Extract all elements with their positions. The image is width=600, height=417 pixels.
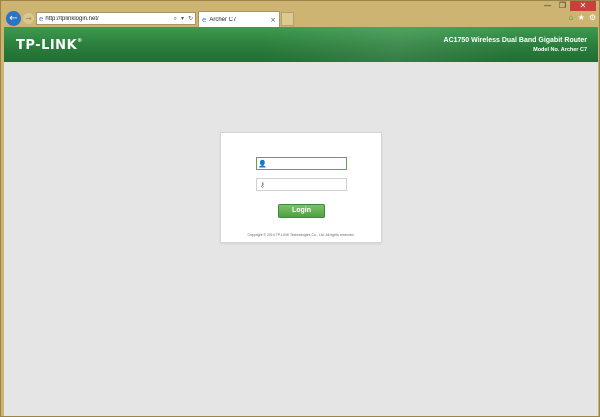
- address-bar[interactable]: e http://tplinklogin.net/ ⌕ ▾ ↻: [36, 12, 196, 25]
- address-url[interactable]: http://tplinklogin.net/: [45, 16, 171, 22]
- user-icon: 👤: [258, 159, 267, 168]
- browser-toolbar: ← → e http://tplinklogin.net/ ⌕ ▾ ↻ e Ar…: [4, 10, 598, 27]
- refresh-icon[interactable]: ↻: [188, 15, 193, 22]
- new-tab-button[interactable]: [281, 12, 294, 26]
- search-icon[interactable]: ⌕: [174, 15, 177, 23]
- username-field[interactable]: 👤: [256, 157, 347, 170]
- tab-title: Archer C7: [209, 16, 237, 23]
- banner-highlight: [264, 27, 598, 62]
- login-panel: 👤 ⚷ Login Copyright © 2014 TP-LINK Techn…: [220, 132, 382, 243]
- tab-archer-c7[interactable]: e Archer C7 ×: [198, 11, 280, 27]
- star-icon[interactable]: ★: [578, 13, 585, 23]
- close-tab-icon[interactable]: ×: [270, 16, 276, 24]
- page-viewport: TP-LINK® AC1750 Wireless Dual Band Gigab…: [4, 27, 598, 416]
- tp-link-logo: TP-LINK®: [16, 38, 83, 53]
- product-name: AC1750 Wireless Dual Band Gigabit Router: [443, 37, 587, 44]
- tab-ie-icon: e: [202, 15, 207, 24]
- login-button[interactable]: Login: [278, 204, 325, 218]
- router-header-banner: TP-LINK® AC1750 Wireless Dual Band Gigab…: [4, 27, 598, 62]
- forward-icon[interactable]: →: [23, 13, 34, 24]
- home-icon[interactable]: ⌂: [569, 13, 574, 23]
- browser-window: — ❐ ✕ ← → e http://tplinklogin.net/ ⌕ ▾ …: [0, 0, 600, 417]
- password-input[interactable]: [268, 179, 346, 190]
- gear-icon[interactable]: ⚙: [589, 13, 596, 23]
- dropdown-icon[interactable]: ▾: [181, 15, 184, 22]
- copyright-text: Copyright © 2014 TP-LINK Technologies Co…: [247, 233, 355, 237]
- username-input[interactable]: [268, 158, 346, 169]
- password-field[interactable]: ⚷: [256, 178, 347, 191]
- back-icon[interactable]: ←: [6, 11, 21, 26]
- browser-right-icons: ⌂ ★ ⚙: [569, 13, 596, 23]
- ie-icon: e: [39, 14, 44, 23]
- model-number: Model No. Archer C7: [533, 47, 587, 53]
- key-icon: ⚷: [259, 180, 266, 189]
